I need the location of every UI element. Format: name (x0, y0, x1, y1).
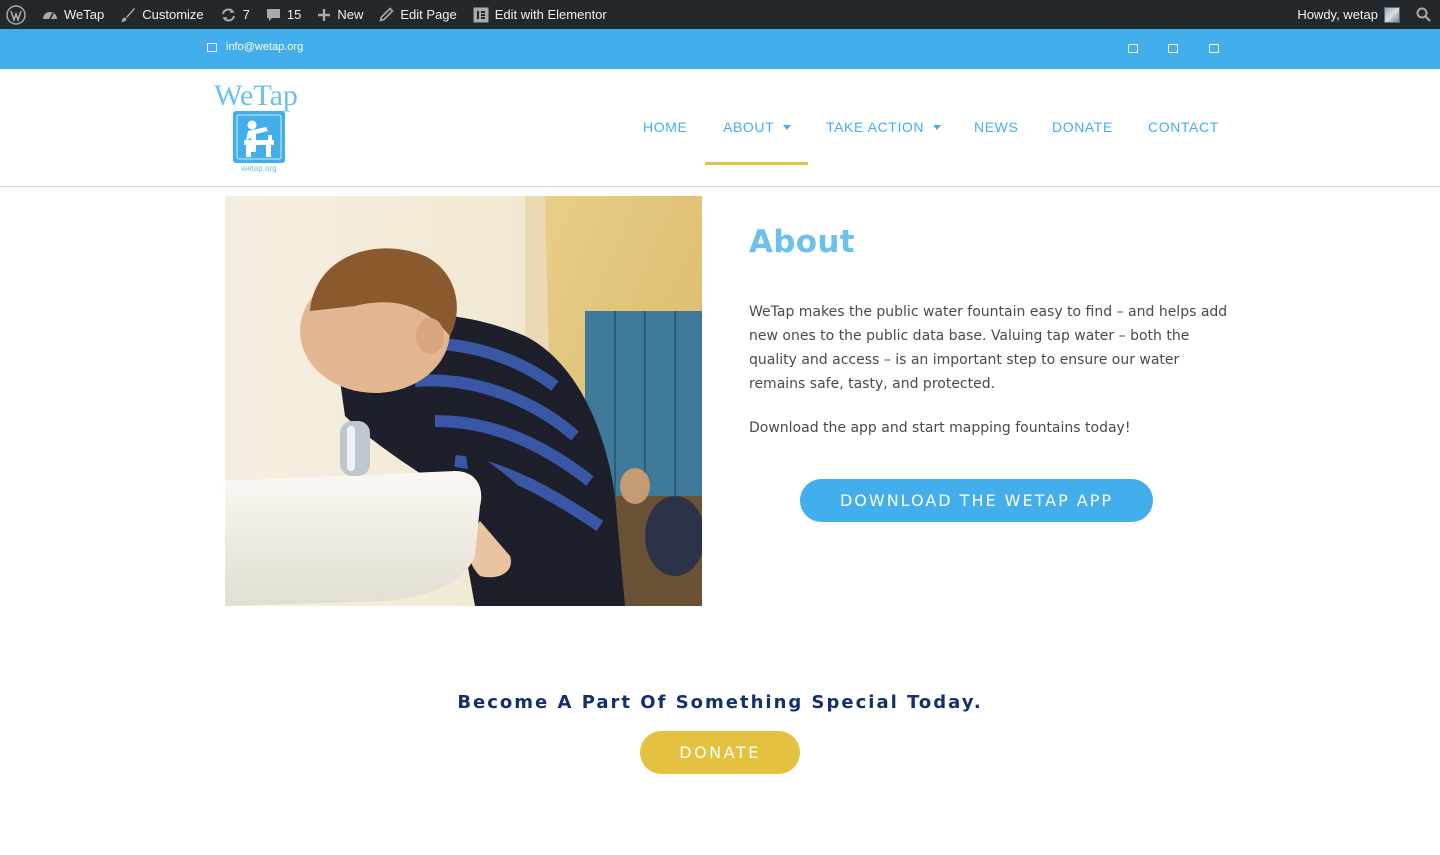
about-heading: About (749, 224, 855, 260)
donate-button[interactable]: DONATE (640, 731, 800, 774)
dashboard-icon (43, 11, 57, 19)
comments-link[interactable]: 15 (258, 0, 309, 29)
admin-search[interactable] (1408, 0, 1440, 29)
edit-elementor-label: Edit with Elementor (494, 7, 607, 22)
caret-down-icon (933, 124, 942, 130)
envelope-icon (207, 42, 217, 52)
wp-admin-bar: WeTap Customize 7 15 New Edit Page Edit … (0, 0, 1440, 29)
avatar (1384, 6, 1400, 23)
social-icon-instagram[interactable] (1209, 44, 1219, 53)
new-content-menu[interactable]: New (309, 0, 371, 29)
edit-page-label: Edit Page (400, 7, 457, 22)
plus-icon (318, 8, 331, 21)
customize-label: Customize (142, 7, 204, 22)
wordpress-icon (6, 4, 26, 25)
nav-home-label: HOME (643, 119, 688, 135)
admin-bar-right: Howdy, wetap (1289, 0, 1440, 29)
email-text: info@wetap.org (226, 41, 304, 53)
elementor-icon (473, 7, 489, 22)
nav-take-action[interactable]: TAKE ACTION (826, 119, 942, 135)
pencil-icon (379, 7, 395, 22)
nav-home[interactable]: HOME (643, 119, 687, 135)
social-icon-facebook[interactable] (1128, 44, 1138, 53)
my-account-menu[interactable]: Howdy, wetap (1289, 0, 1408, 29)
updates-link[interactable]: 7 (212, 0, 258, 29)
top-contact-bar: info@wetap.org (0, 29, 1440, 69)
active-nav-indicator (705, 162, 808, 165)
nav-about-label: ABOUT (723, 119, 775, 135)
edit-page-link[interactable]: Edit Page (371, 0, 464, 29)
site-name-label: WeTap (64, 7, 105, 22)
admin-bar-left: WeTap Customize 7 15 New Edit Page Edit … (0, 0, 615, 29)
nav-contact-label: CONTACT (1148, 119, 1219, 135)
nav-news[interactable]: NEWS (974, 119, 1018, 135)
donate-button-label: DONATE (679, 743, 761, 762)
site-name-menu[interactable]: WeTap (34, 0, 112, 29)
nav-donate-label: DONATE (1052, 119, 1113, 135)
edit-elementor-link[interactable]: Edit with Elementor (465, 0, 615, 29)
nav-about[interactable]: ABOUT (723, 119, 792, 135)
social-icon-twitter[interactable] (1168, 44, 1178, 53)
new-label: New (337, 7, 364, 22)
comment-icon (266, 8, 280, 21)
howdy-label: Howdy, wetap (1297, 7, 1378, 22)
search-icon (1416, 7, 1431, 22)
nav-news-label: NEWS (974, 119, 1019, 135)
download-app-button[interactable]: DOWNLOAD THE WETAP APP (800, 479, 1153, 522)
download-app-label: DOWNLOAD THE WETAP APP (839, 491, 1114, 510)
paintbrush-icon (121, 7, 136, 22)
nav-take-action-label: TAKE ACTION (826, 119, 925, 135)
email-link[interactable]: info@wetap.org (207, 41, 303, 53)
customize-link[interactable]: Customize (112, 0, 211, 29)
updates-icon (221, 8, 235, 21)
comments-count: 15 (286, 7, 302, 22)
boy-drinking-fountain-photo (225, 196, 702, 606)
wordpress-logo-menu[interactable] (0, 0, 34, 29)
caret-down-icon (783, 124, 792, 130)
nav-contact[interactable]: CONTACT (1148, 119, 1219, 135)
cta-tagline: Become A Part Of Something Special Today… (457, 692, 983, 713)
about-paragraph-2: Download the app and start mapping fount… (749, 420, 1131, 436)
updates-count: 7 (242, 7, 250, 22)
about-paragraph-1: WeTap makes the public water fountain ea… (749, 304, 1228, 392)
main-navigation: HOME ABOUT TAKE ACTION NEWS DONATE CONTA… (0, 69, 1440, 187)
site-header: WeTap wetap.org HOME ABOUT TAKE ACTION N… (0, 69, 1440, 187)
nav-donate[interactable]: DONATE (1052, 119, 1113, 135)
